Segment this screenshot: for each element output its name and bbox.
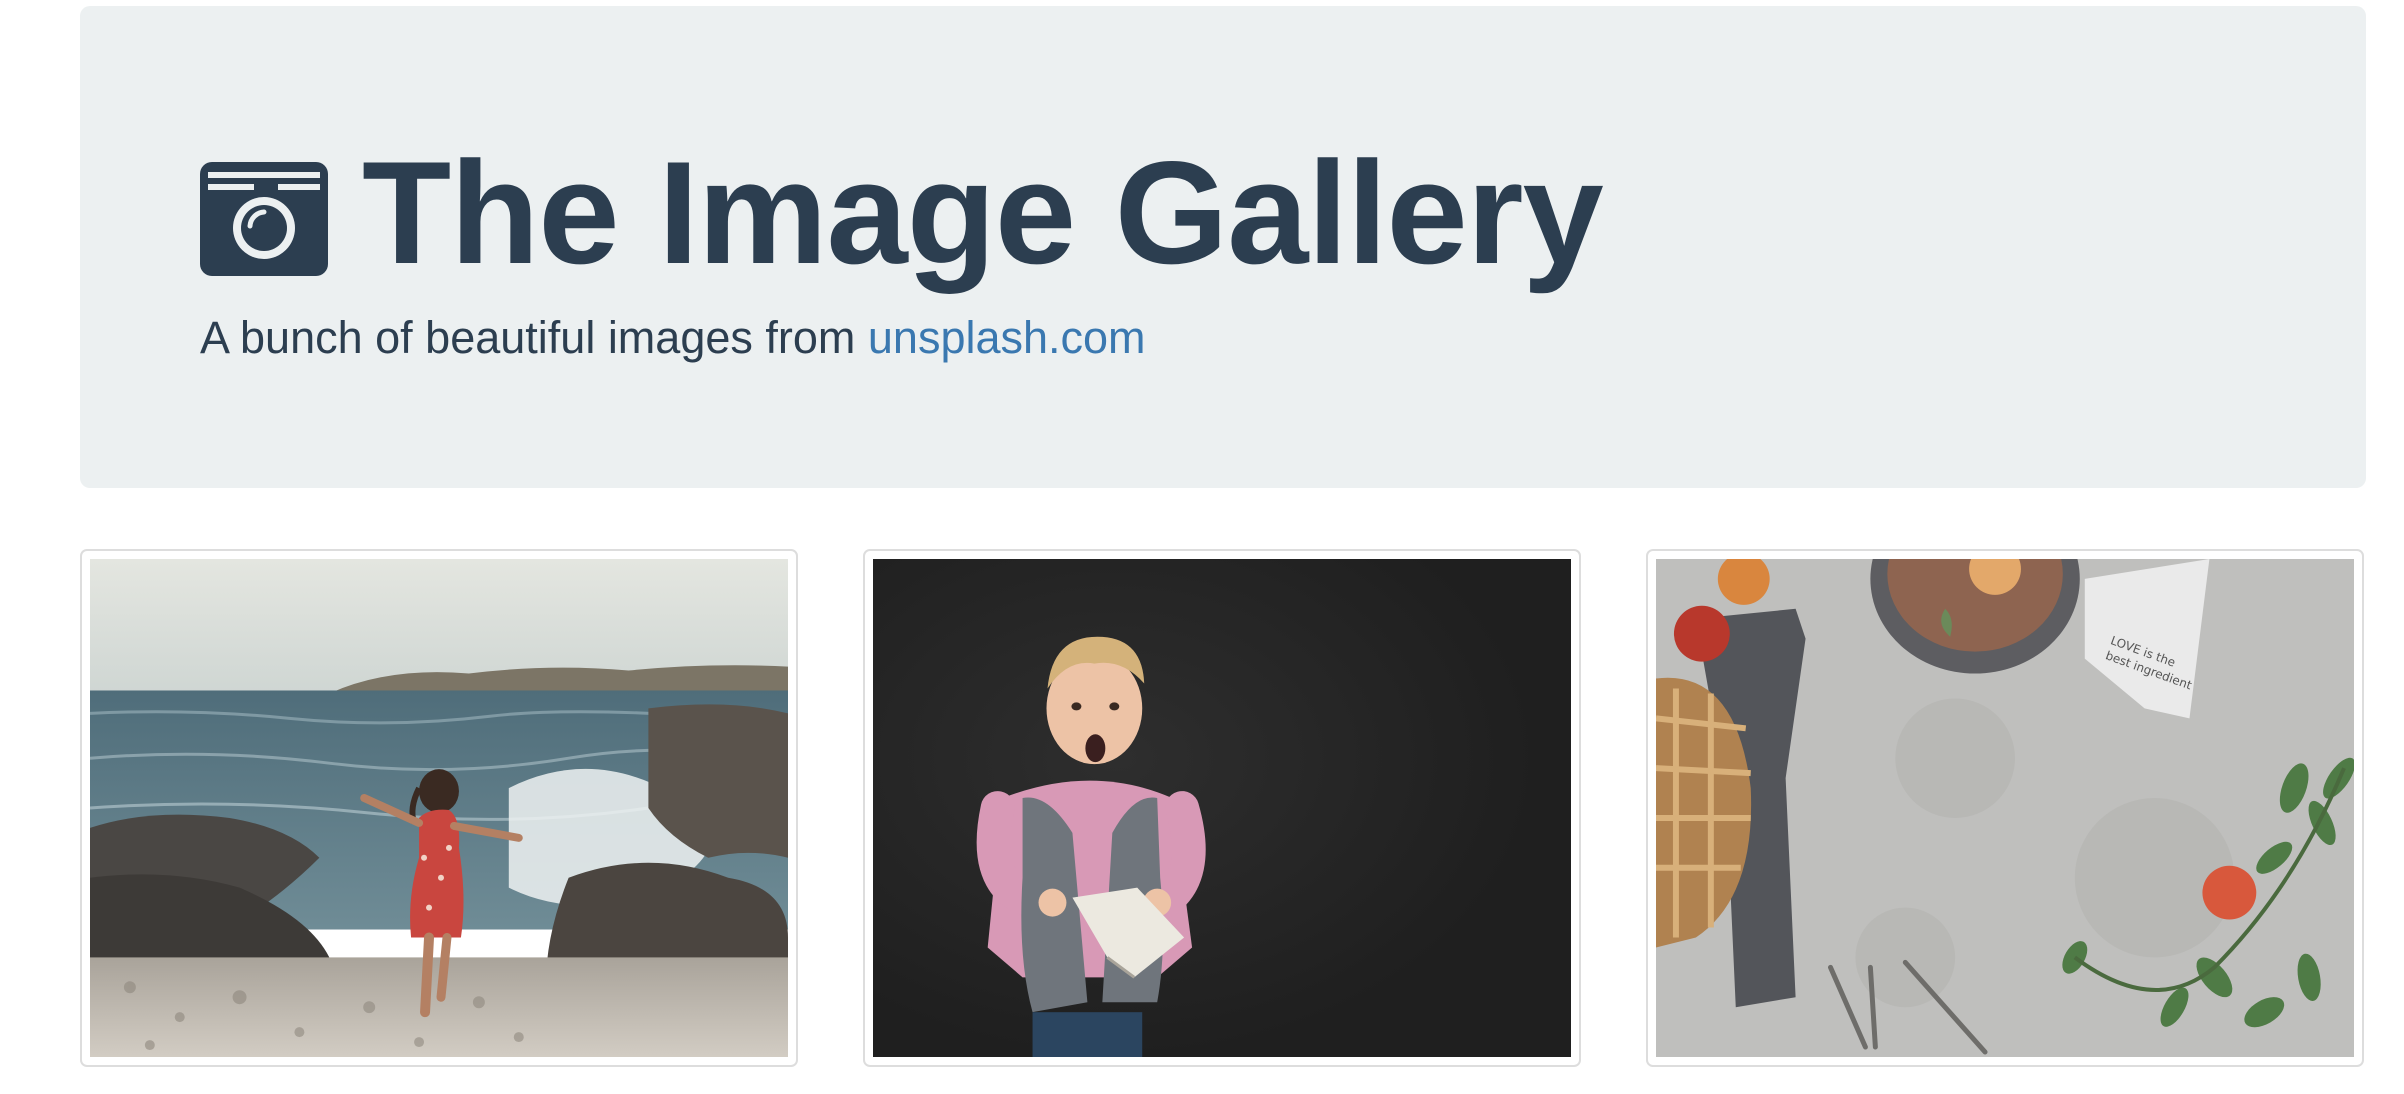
jumbotron-header: The Image Gallery A bunch of beautiful i… bbox=[80, 6, 2366, 488]
beach-girl-image bbox=[90, 559, 788, 1057]
unsplash-link[interactable]: unsplash.com bbox=[868, 312, 1146, 363]
thumbnail-beach[interactable] bbox=[80, 549, 798, 1067]
page-subtitle: A bunch of beautiful images from unsplas… bbox=[200, 311, 1146, 365]
thumbnail-boy[interactable] bbox=[863, 549, 1581, 1067]
thumbnail-pie[interactable]: LOVE is the best ingredient bbox=[1646, 549, 2364, 1067]
page-title: The Image Gallery bbox=[362, 131, 1604, 294]
page: The Image Gallery A bunch of beautiful i… bbox=[0, 0, 2404, 1094]
camera-icon bbox=[200, 162, 328, 276]
subtitle-text: A bunch of beautiful images from bbox=[200, 312, 868, 363]
title-row: The Image Gallery bbox=[200, 140, 1604, 292]
surprised-boy-image bbox=[873, 559, 1571, 1057]
pie-table-image: LOVE is the best ingredient bbox=[1656, 559, 2354, 1057]
